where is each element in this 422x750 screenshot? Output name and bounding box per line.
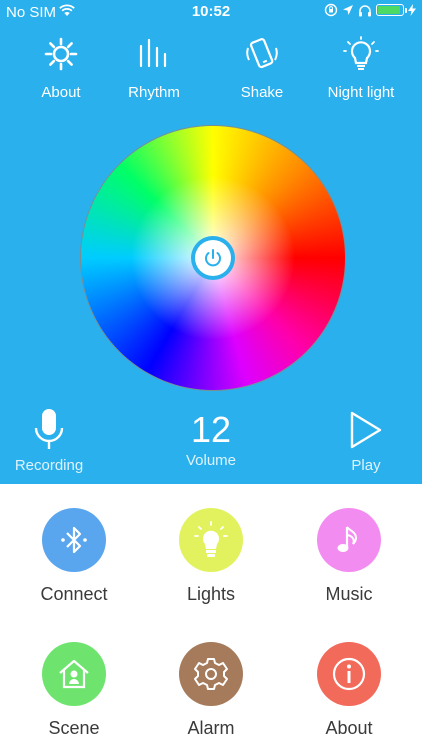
- menu-night-light[interactable]: Night light: [311, 36, 411, 104]
- alarm-label: Alarm: [187, 718, 235, 738]
- battery-icon: [376, 4, 407, 16]
- recording-label: Recording: [14, 457, 84, 474]
- rhythm-bars-icon: [139, 38, 167, 68]
- color-wheel-container: [81, 126, 345, 390]
- feature-about[interactable]: About: [284, 642, 414, 739]
- control-panel: No SIM 10:52 About Rhythm Shake Night li…: [0, 0, 422, 484]
- music-circle: [317, 508, 381, 572]
- sun-gear-icon: [44, 37, 78, 71]
- menu-about-label: About: [41, 84, 81, 101]
- status-bar: No SIM 10:52: [0, 0, 422, 26]
- about-circle: [317, 642, 381, 706]
- house-icon: [59, 659, 89, 689]
- app-screen: No SIM 10:52 About Rhythm Shake Night li…: [0, 0, 422, 750]
- lightbulb-icon: [343, 36, 379, 70]
- feature-lights[interactable]: Lights: [146, 508, 276, 605]
- lightbulb-icon: [194, 521, 228, 557]
- menu-rhythm-label: Rhythm: [128, 84, 180, 101]
- feature-alarm[interactable]: Alarm: [146, 642, 276, 739]
- microphone-icon: [34, 409, 64, 449]
- shake-phone-icon: [246, 38, 278, 69]
- connect-label: Connect: [40, 584, 108, 604]
- scene-circle: [42, 642, 106, 706]
- music-label: Music: [325, 584, 373, 604]
- lights-label: Lights: [186, 584, 236, 604]
- headphones-icon: [359, 4, 371, 16]
- recording-button[interactable]: Recording: [8, 408, 90, 474]
- charging-icon: [408, 4, 416, 16]
- menu-rhythm[interactable]: Rhythm: [104, 36, 204, 104]
- menu-night-light-label: Night light: [327, 84, 395, 101]
- connect-circle: [42, 508, 106, 572]
- alarm-circle: [179, 642, 243, 706]
- lights-circle: [179, 508, 243, 572]
- power-icon: [205, 249, 221, 267]
- battery-level: [378, 6, 400, 14]
- rotation-lock-icon: [324, 3, 338, 17]
- menu-shake-label: Shake: [240, 84, 284, 101]
- status-icons: [324, 3, 416, 17]
- feature-scene[interactable]: Scene: [9, 642, 139, 739]
- menu-shake[interactable]: Shake: [212, 36, 312, 104]
- bluetooth-icon: [61, 526, 87, 554]
- menu-about[interactable]: About: [11, 36, 111, 104]
- power-button[interactable]: [191, 236, 235, 280]
- volume-control[interactable]: 12 Volume: [163, 408, 259, 474]
- power-button-inner: [195, 240, 231, 276]
- play-icon: [350, 411, 382, 449]
- feature-music[interactable]: Music: [284, 508, 414, 605]
- scene-label: Scene: [48, 718, 100, 738]
- volume-value: 12: [190, 409, 232, 450]
- play-label: Play: [351, 457, 381, 474]
- location-icon: [343, 5, 353, 15]
- gear-icon: [194, 658, 228, 690]
- info-icon: [332, 657, 366, 691]
- about-label: About: [325, 718, 373, 738]
- volume-label: Volume: [185, 452, 237, 469]
- play-button[interactable]: Play: [336, 408, 396, 474]
- top-menu: About Rhythm Shake Night light: [0, 36, 422, 104]
- music-note-icon: [337, 526, 358, 552]
- feature-connect[interactable]: Connect: [9, 508, 139, 605]
